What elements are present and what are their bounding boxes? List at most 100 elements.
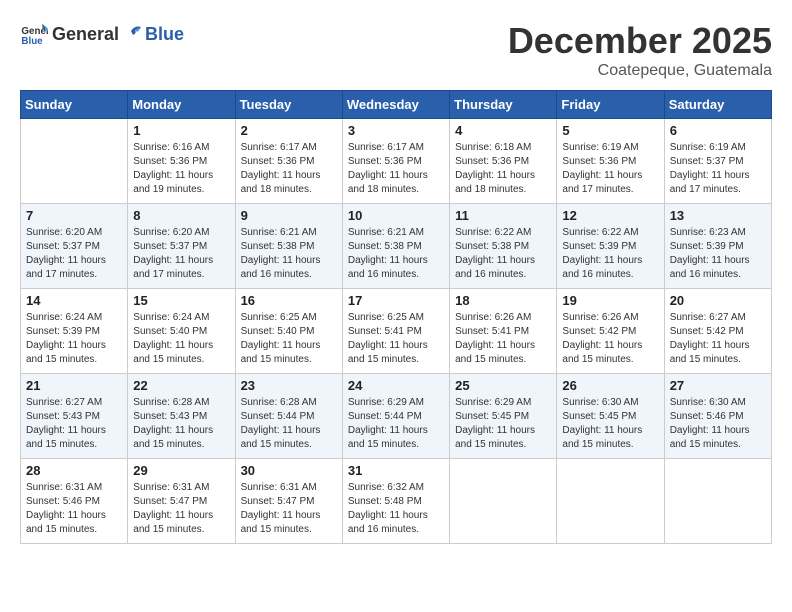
sunrise-text: Sunrise: 6:25 AM (348, 311, 444, 325)
daylight-minutes-text: and 17 minutes. (562, 183, 658, 197)
day-info: Sunrise: 6:20 AMSunset: 5:37 PMDaylight:… (133, 226, 229, 282)
calendar-day-cell: 17 Sunrise: 6:25 AMSunset: 5:41 PMDayligh… (342, 289, 449, 374)
daylight-text: Daylight: 11 hours (133, 339, 229, 353)
sunset-text: Sunset: 5:47 PM (133, 495, 229, 509)
daylight-text: Daylight: 11 hours (348, 169, 444, 183)
sunrise-text: Sunrise: 6:27 AM (26, 396, 122, 410)
sunset-text: Sunset: 5:37 PM (670, 155, 766, 169)
daylight-text: Daylight: 11 hours (670, 424, 766, 438)
day-number: 8 (133, 208, 229, 223)
sunrise-text: Sunrise: 6:26 AM (562, 311, 658, 325)
day-info: Sunrise: 6:19 AMSunset: 5:37 PMDaylight:… (670, 141, 766, 197)
daylight-text: Daylight: 11 hours (241, 339, 337, 353)
calendar-day-cell: 20Sunrise: 6:27 AMSunset: 5:42 PMDayligh… (664, 289, 771, 374)
daylight-text: Daylight: 11 hours (455, 339, 551, 353)
day-number: 30 (241, 463, 337, 478)
sunrise-text: Sunrise: 6:32 AM (348, 481, 444, 495)
day-info: Sunrise: 6:25 AMSunset: 5:41 PMDaylight:… (348, 311, 444, 367)
calendar-day-cell: 22Sunrise: 6:28 AMSunset: 5:43 PMDayligh… (128, 374, 235, 459)
calendar-day-cell (664, 459, 771, 544)
calendar-day-cell: 8 Sunrise: 6:20 AMSunset: 5:37 PMDaylight… (128, 204, 235, 289)
daylight-minutes-text: and 18 minutes. (455, 183, 551, 197)
calendar-day-cell: 30Sunrise: 6:31 AMSunset: 5:47 PMDayligh… (235, 459, 342, 544)
day-number: 24 (348, 378, 444, 393)
daylight-text: Daylight: 11 hours (670, 169, 766, 183)
sunset-text: Sunset: 5:47 PM (241, 495, 337, 509)
calendar-day-cell: 10 Sunrise: 6:21 AMSunset: 5:38 PMDayligh… (342, 204, 449, 289)
sunrise-text: Sunrise: 6:21 AM (348, 226, 444, 240)
daylight-text: Daylight: 11 hours (133, 169, 229, 183)
sunset-text: Sunset: 5:37 PM (133, 240, 229, 254)
daylight-text: Daylight: 11 hours (670, 254, 766, 268)
daylight-minutes-text: and 17 minutes. (670, 183, 766, 197)
day-number: 7 (26, 208, 122, 223)
daylight-minutes-text: and 15 minutes. (26, 353, 122, 367)
daylight-minutes-text: and 15 minutes. (133, 438, 229, 452)
calendar-day-cell: 13Sunrise: 6:23 AMSunset: 5:39 PMDayligh… (664, 204, 771, 289)
daylight-text: Daylight: 11 hours (133, 424, 229, 438)
day-number: 17 (348, 293, 444, 308)
daylight-minutes-text: and 16 minutes. (562, 268, 658, 282)
svg-text:Blue: Blue (21, 36, 43, 47)
daylight-text: Daylight: 11 hours (348, 509, 444, 523)
daylight-minutes-text: and 16 minutes. (348, 523, 444, 537)
day-number: 2 (241, 123, 337, 138)
sunset-text: Sunset: 5:45 PM (455, 410, 551, 424)
daylight-text: Daylight: 11 hours (455, 169, 551, 183)
month-title: December 2025 (508, 20, 772, 62)
location-title: Coatepeque, Guatemala (508, 62, 772, 80)
sunrise-text: Sunrise: 6:22 AM (562, 226, 658, 240)
sunset-text: Sunset: 5:39 PM (26, 325, 122, 339)
sunrise-text: Sunrise: 6:19 AM (562, 141, 658, 155)
day-info: Sunrise: 6:21 AMSunset: 5:38 PMDaylight:… (348, 226, 444, 282)
daylight-text: Daylight: 11 hours (26, 339, 122, 353)
daylight-minutes-text: and 15 minutes. (455, 353, 551, 367)
day-info: Sunrise: 6:22 AMSunset: 5:38 PMDaylight:… (455, 226, 551, 282)
sunset-text: Sunset: 5:36 PM (562, 155, 658, 169)
daylight-text: Daylight: 11 hours (348, 424, 444, 438)
sunset-text: Sunset: 5:38 PM (241, 240, 337, 254)
sunrise-text: Sunrise: 6:17 AM (241, 141, 337, 155)
sunset-text: Sunset: 5:46 PM (670, 410, 766, 424)
daylight-text: Daylight: 11 hours (562, 254, 658, 268)
sunset-text: Sunset: 5:44 PM (241, 410, 337, 424)
day-number: 27 (670, 378, 766, 393)
calendar-day-cell: 7Sunrise: 6:20 AMSunset: 5:37 PMDaylight… (21, 204, 128, 289)
sunset-text: Sunset: 5:48 PM (348, 495, 444, 509)
daylight-text: Daylight: 11 hours (241, 254, 337, 268)
daylight-minutes-text: and 15 minutes. (26, 523, 122, 537)
daylight-minutes-text: and 16 minutes. (455, 268, 551, 282)
day-info: Sunrise: 6:24 AMSunset: 5:40 PMDaylight:… (133, 311, 229, 367)
sunset-text: Sunset: 5:44 PM (348, 410, 444, 424)
sunrise-text: Sunrise: 6:16 AM (133, 141, 229, 155)
calendar-table: SundayMondayTuesdayWednesdayThursdayFrid… (20, 90, 772, 544)
daylight-text: Daylight: 11 hours (241, 509, 337, 523)
daylight-minutes-text: and 15 minutes. (562, 438, 658, 452)
daylight-minutes-text: and 16 minutes. (348, 268, 444, 282)
logo-general-text: General (52, 24, 119, 45)
sunrise-text: Sunrise: 6:22 AM (455, 226, 551, 240)
calendar-day-cell: 18Sunrise: 6:26 AMSunset: 5:41 PMDayligh… (450, 289, 557, 374)
daylight-minutes-text: and 18 minutes. (241, 183, 337, 197)
calendar-day-cell: 27Sunrise: 6:30 AMSunset: 5:46 PMDayligh… (664, 374, 771, 459)
daylight-minutes-text: and 15 minutes. (348, 353, 444, 367)
day-info: Sunrise: 6:28 AMSunset: 5:44 PMDaylight:… (241, 396, 337, 452)
day-number: 4 (455, 123, 551, 138)
day-number: 26 (562, 378, 658, 393)
sunrise-text: Sunrise: 6:25 AM (241, 311, 337, 325)
sunset-text: Sunset: 5:38 PM (455, 240, 551, 254)
daylight-text: Daylight: 11 hours (562, 169, 658, 183)
daylight-minutes-text: and 17 minutes. (26, 268, 122, 282)
day-number: 10 (348, 208, 444, 223)
logo-bird-icon (121, 23, 143, 45)
calendar-header-day: Wednesday (342, 91, 449, 119)
sunrise-text: Sunrise: 6:23 AM (670, 226, 766, 240)
calendar-header-day: Saturday (664, 91, 771, 119)
day-number: 21 (26, 378, 122, 393)
daylight-minutes-text: and 16 minutes. (241, 268, 337, 282)
daylight-text: Daylight: 11 hours (26, 254, 122, 268)
daylight-minutes-text: and 19 minutes. (133, 183, 229, 197)
day-number: 12 (562, 208, 658, 223)
day-number: 20 (670, 293, 766, 308)
calendar-header-day: Tuesday (235, 91, 342, 119)
